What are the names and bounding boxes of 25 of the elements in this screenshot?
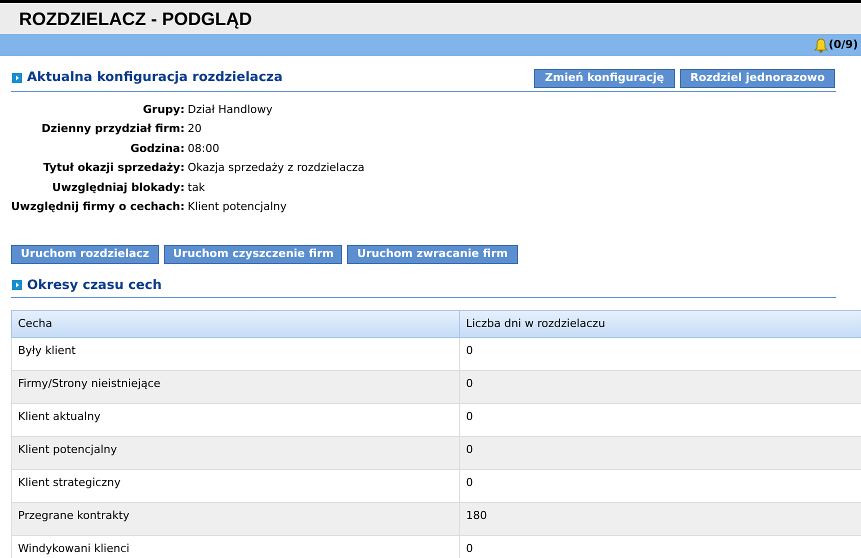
- field-label: Grupy:: [142, 102, 185, 118]
- column-header[interactable]: Cecha: [12, 310, 460, 338]
- field-label: Tytuł okazji sprzedaży:: [42, 160, 185, 176]
- field-value: 08:00: [188, 140, 220, 156]
- section-heading: Aktualna konfiguracja rozdzielacza: [27, 69, 283, 87]
- table-cell: Windykowani klienci: [12, 536, 460, 558]
- field-label: Uwzględniaj blokady:: [51, 180, 185, 196]
- field-value: Dział Handlowy: [188, 102, 274, 118]
- action-button[interactable]: Rozdziel jednorazowo: [680, 68, 835, 88]
- column-header[interactable]: Liczba dni w rozdzielaczu: [460, 310, 861, 338]
- action-button[interactable]: Uruchom zwracanie firm: [347, 244, 518, 264]
- action-button[interactable]: Uruchom czyszczenie firm: [164, 244, 342, 264]
- action-button[interactable]: Zmień konfigurację: [534, 68, 675, 88]
- page-title: ROZDZIELACZ - PODGLĄD: [19, 8, 252, 31]
- notification-count: (0/9): [828, 36, 858, 53]
- bell-icon[interactable]: [814, 38, 828, 52]
- field-value: Okazja sprzedaży z rozdzielacza: [188, 160, 365, 176]
- field-value: 20: [188, 121, 203, 137]
- section-heading: Okresy czasu cech: [27, 276, 162, 294]
- action-button[interactable]: Uruchom rozdzielacz: [11, 244, 159, 264]
- field-label: Dzienny przydział firm:: [40, 121, 185, 137]
- field-value: Klient potencjalny: [188, 199, 288, 215]
- field-label: Uwzględnij firmy o cechach:: [11, 199, 185, 215]
- field-value: tak: [188, 180, 206, 196]
- field-label: Godzina:: [129, 140, 185, 156]
